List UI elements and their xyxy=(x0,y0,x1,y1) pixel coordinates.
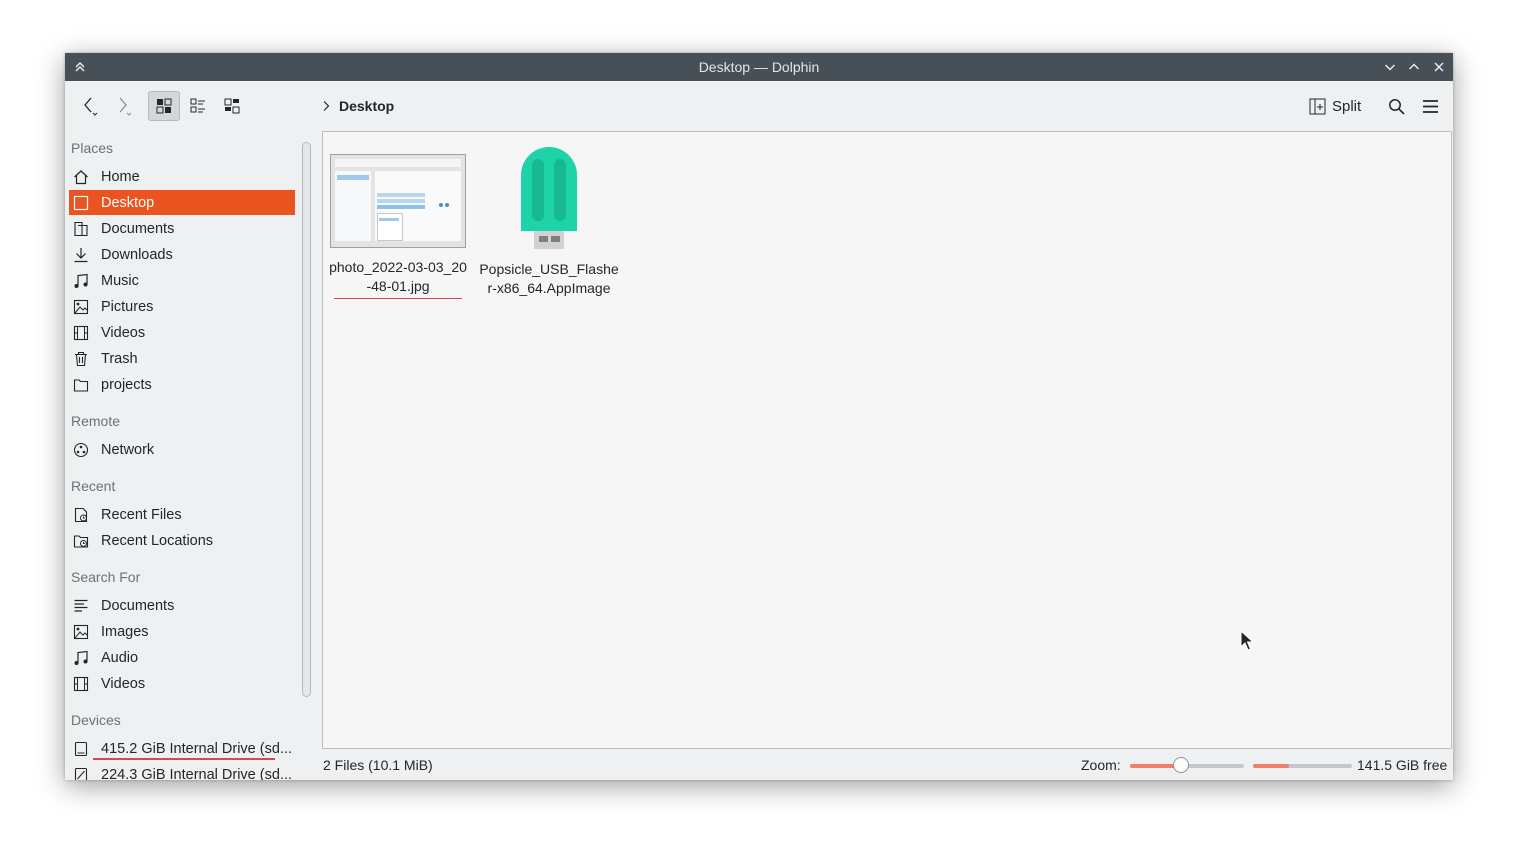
breadcrumb[interactable]: Desktop xyxy=(321,91,394,121)
sidebar-item-search-audio[interactable]: Audio xyxy=(69,645,295,670)
split-label: Split xyxy=(1332,97,1362,115)
audio-icon xyxy=(73,650,89,666)
sidebar-item-search-videos[interactable]: Videos xyxy=(69,671,295,696)
minimize-button[interactable] xyxy=(1381,58,1399,76)
arrow-left-icon xyxy=(84,97,98,116)
icons-view-icon xyxy=(156,98,172,114)
close-button[interactable] xyxy=(1430,58,1448,76)
free-space: 141.5 GiB free xyxy=(1357,757,1448,773)
downloads-icon xyxy=(73,247,89,263)
network-icon xyxy=(73,442,89,458)
maximize-button[interactable] xyxy=(1405,58,1423,76)
split-view-icon xyxy=(1309,98,1326,114)
videos-icon xyxy=(73,325,89,341)
sidebar-item-downloads[interactable]: Downloads xyxy=(69,242,295,267)
hamburger-menu-button[interactable] xyxy=(1417,91,1443,121)
video-icon xyxy=(73,676,89,692)
sidebar-item-music[interactable]: Music xyxy=(69,268,295,293)
file-name: Popsicle_USB_Flasher-x86_64.AppImage xyxy=(479,261,619,296)
back-button[interactable] xyxy=(77,91,103,121)
devices-header: Devices xyxy=(71,712,121,728)
zoom-slider-handle[interactable] xyxy=(1173,757,1190,773)
arrow-right-icon xyxy=(119,97,132,116)
sidebar-item-documents[interactable]: Documents xyxy=(69,216,295,241)
desktop-icon xyxy=(73,195,89,211)
details-view-button[interactable] xyxy=(183,91,213,121)
sidebar-item-desktop[interactable]: Desktop xyxy=(69,190,295,215)
status-bar: 2 Files (10.1 MiB) Zoom: 141.5 GiB free xyxy=(65,753,1453,780)
places-panel: Places Home Desktop Documents Downloads … xyxy=(65,131,297,780)
recent-files-icon xyxy=(73,507,89,523)
remote-header: Remote xyxy=(71,413,121,429)
main-toolbar: Desktop Split xyxy=(65,81,1453,131)
sidebar-item-recent-files[interactable]: Recent Files xyxy=(69,502,295,527)
compact-view-icon xyxy=(224,98,240,114)
details-view-icon xyxy=(190,98,205,113)
pictures-icon xyxy=(73,299,89,315)
search-icon xyxy=(1388,98,1405,115)
sidebar-item-home[interactable]: Home xyxy=(69,164,295,189)
documents-icon xyxy=(73,221,89,237)
compact-view-button[interactable] xyxy=(217,91,247,121)
chevron-down-icon xyxy=(1385,64,1395,71)
popsicle-usb-icon xyxy=(521,147,577,249)
image-icon xyxy=(73,624,89,640)
recent-header: Recent xyxy=(71,478,116,494)
sidebar-item-pictures[interactable]: Pictures xyxy=(69,294,295,319)
zoom-slider[interactable] xyxy=(1130,757,1244,773)
trash-icon xyxy=(73,351,89,367)
home-icon xyxy=(73,169,89,185)
sidebar-item-videos[interactable]: Videos xyxy=(69,320,295,345)
sidebar-item-network[interactable]: Network xyxy=(69,437,295,462)
dolphin-window: Desktop — Dolphin Desktop Split Places H… xyxy=(65,53,1453,780)
forward-button[interactable] xyxy=(110,91,136,121)
sidebar-item-search-documents[interactable]: Documents xyxy=(69,593,295,618)
places-header: Places xyxy=(71,140,114,156)
photo-thumbnail xyxy=(330,154,466,248)
search-for-header: Search For xyxy=(71,569,141,585)
hamburger-menu-icon xyxy=(1422,99,1438,113)
close-icon xyxy=(1434,62,1444,72)
disk-usage-fill xyxy=(1253,764,1289,768)
recent-locations-icon xyxy=(73,533,89,549)
sidebar-item-trash[interactable]: Trash xyxy=(69,346,295,371)
sidebar-scrollbar[interactable] xyxy=(302,142,311,697)
folder-icon xyxy=(73,377,89,393)
file-name: photo_2022-03-03_20-48-01.jpg xyxy=(329,259,467,294)
zoom-label: Zoom: xyxy=(1081,757,1121,773)
split-button[interactable]: Split xyxy=(1309,91,1361,121)
mouse-cursor-icon xyxy=(1240,630,1254,651)
file-summary: 2 Files (10.1 MiB) xyxy=(323,757,433,773)
search-button[interactable] xyxy=(1383,91,1409,121)
window-title: Desktop — Dolphin xyxy=(698,59,820,75)
chevron-up-icon xyxy=(1409,63,1419,70)
file-item-popsicle[interactable]: Popsicle_USB_Flasher-x86_64.AppImage xyxy=(474,144,624,298)
sidebar-item-recent-locations[interactable]: Recent Locations xyxy=(69,528,295,553)
icons-view-button[interactable] xyxy=(148,91,180,121)
disk-usage-bar xyxy=(1253,764,1352,768)
file-view[interactable]: photo_2022-03-03_20-48-01.jpg Popsicle_U… xyxy=(322,131,1452,749)
text-document-icon xyxy=(73,598,89,614)
sidebar-item-search-images[interactable]: Images xyxy=(69,619,295,644)
file-item-photo[interactable]: photo_2022-03-03_20-48-01.jpg xyxy=(323,144,473,299)
sidebar-item-projects[interactable]: projects xyxy=(69,372,295,397)
music-icon xyxy=(73,273,89,289)
chevron-right-icon xyxy=(323,101,330,111)
title-bar: Desktop — Dolphin xyxy=(65,53,1453,81)
breadcrumb-current[interactable]: Desktop xyxy=(339,98,394,114)
selection-underline xyxy=(334,298,462,299)
